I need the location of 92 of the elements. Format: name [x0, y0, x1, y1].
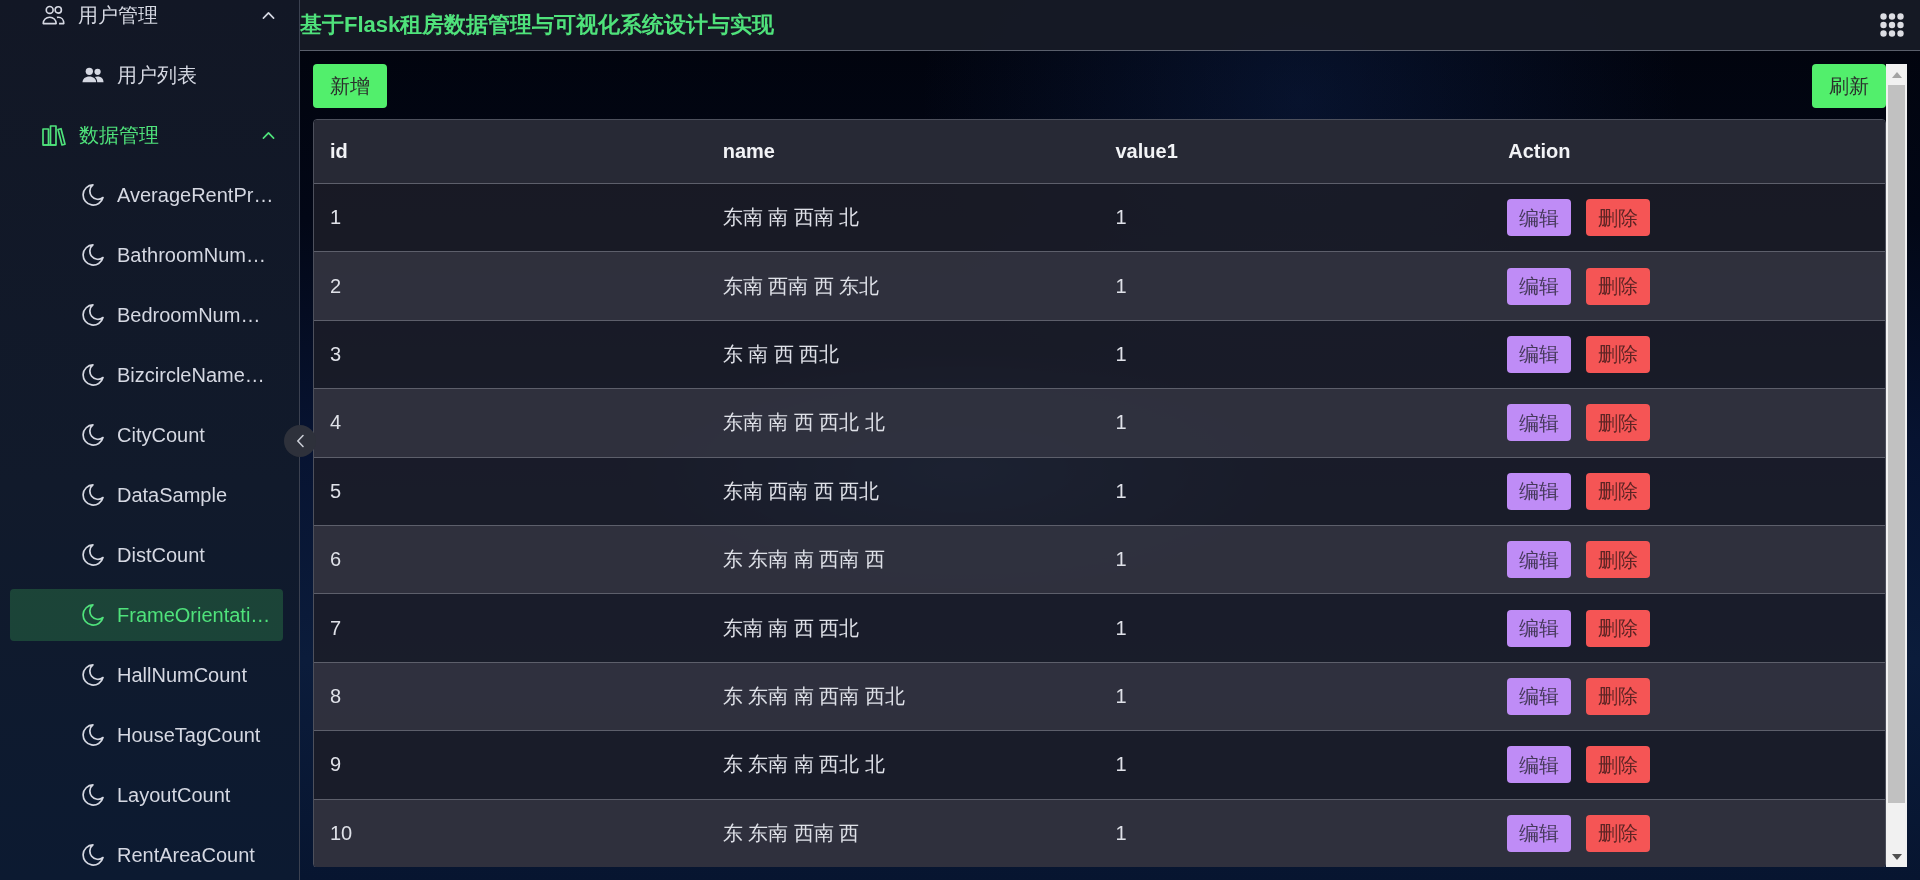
moon-icon [82, 424, 104, 446]
delete-button[interactable]: 删除 [1586, 267, 1651, 305]
menu-item[interactable]: DataSample [10, 469, 283, 521]
row-value: 1 [1115, 616, 1127, 640]
delete-button[interactable]: 删除 [1586, 541, 1651, 579]
edit-button[interactable]: 编辑 [1507, 472, 1572, 510]
users-icon [82, 67, 104, 83]
row-name: 东南 南 西 西北 北 [722, 410, 885, 436]
delete-button[interactable]: 删除 [1586, 677, 1651, 715]
column-header: id [330, 140, 348, 163]
menu-item[interactable]: RentAreaCount [10, 829, 283, 880]
menu-item[interactable]: FrameOrientati… [10, 589, 283, 641]
moon-icon [82, 544, 104, 566]
scroll-down-icon[interactable] [1891, 853, 1902, 860]
edit-button[interactable]: 编辑 [1507, 199, 1572, 237]
row-name: 东 东南 西南 西 [722, 820, 860, 846]
delete-button[interactable]: 删除 [1586, 609, 1651, 647]
menu-item[interactable]: LayoutCount [10, 769, 283, 821]
row-id: 8 [330, 684, 342, 708]
delete-button[interactable]: 删除 [1586, 404, 1651, 442]
menu-item[interactable]: HouseTagCount [10, 709, 283, 761]
row-name: 东南 西南 西 东北 [722, 273, 880, 299]
scrollbar-thumb[interactable] [1888, 85, 1905, 803]
row-name: 东南 南 西 西北 [722, 615, 860, 641]
row-value: 1 [1115, 548, 1127, 572]
row-name: 东 东南 南 西北 北 [722, 752, 885, 778]
row-id: 9 [330, 753, 342, 777]
moon-icon [82, 244, 104, 266]
row-value: 1 [1115, 206, 1127, 230]
edit-button[interactable]: 编辑 [1507, 814, 1572, 852]
delete-button[interactable]: 删除 [1586, 746, 1651, 784]
row-value: 1 [1115, 684, 1127, 708]
edit-button[interactable]: 编辑 [1507, 335, 1572, 373]
delete-button[interactable]: 删除 [1586, 199, 1651, 237]
row-name: 东南 南 西南 北 [722, 205, 860, 231]
scrollbar[interactable] [1886, 64, 1907, 867]
row-name: 东南 西南 西 西北 [722, 478, 880, 504]
row-id: 3 [330, 342, 342, 366]
edit-button[interactable]: 编辑 [1507, 267, 1572, 305]
moon-icon [82, 364, 104, 386]
row-id: 5 [330, 479, 342, 503]
row-name: 东 东南 南 西南 西 [722, 547, 885, 573]
column-header: Action [1508, 140, 1571, 163]
menu-item[interactable]: BizcircleName… [10, 349, 283, 401]
menu-item[interactable]: BathroomNum… [10, 229, 283, 281]
column-header: value1 [1115, 140, 1178, 163]
app-title: 基于Flask租房数据管理与可视化系统设计与实现 [300, 11, 775, 39]
row-id: 7 [330, 616, 342, 640]
dot-grid-icon[interactable] [1880, 13, 1904, 37]
row-value: 1 [1115, 274, 1127, 298]
edit-button[interactable]: 编辑 [1507, 609, 1572, 647]
row-id: 10 [330, 821, 353, 845]
row-id: 4 [330, 411, 342, 435]
menu-item[interactable]: AverageRentPr… [10, 169, 283, 221]
moon-icon [82, 604, 104, 626]
row-value: 1 [1115, 342, 1127, 366]
menu-item[interactable]: CityCount [10, 409, 283, 461]
add-button[interactable]: 新增 [313, 64, 387, 108]
menu-group[interactable]: 数据管理 [10, 109, 283, 161]
row-id: 6 [330, 548, 342, 572]
edit-button[interactable]: 编辑 [1507, 404, 1572, 442]
row-id: 1 [330, 206, 342, 230]
menu-item[interactable]: 用户列表 [10, 49, 283, 101]
row-name: 东 东南 南 西南 西北 [722, 683, 905, 709]
refresh-button[interactable]: 刷新 [1812, 64, 1886, 108]
row-value: 1 [1115, 479, 1127, 503]
delete-button[interactable]: 删除 [1586, 814, 1651, 852]
moon-icon [82, 724, 104, 746]
moon-icon [82, 664, 104, 686]
moon-icon [82, 304, 104, 326]
delete-button[interactable]: 删除 [1586, 472, 1651, 510]
edit-button[interactable]: 编辑 [1507, 541, 1572, 579]
moon-icon [82, 844, 104, 866]
menu-item[interactable]: HallNumCount [10, 649, 283, 701]
menu-item[interactable]: DistCount [10, 529, 283, 581]
users-outline-icon [42, 5, 65, 25]
row-value: 1 [1115, 821, 1127, 845]
books-icon [42, 124, 66, 146]
menu-item[interactable]: BedroomNum… [10, 289, 283, 341]
edit-button[interactable]: 编辑 [1507, 677, 1572, 715]
moon-icon [82, 484, 104, 506]
row-id: 2 [330, 274, 342, 298]
delete-button[interactable]: 删除 [1586, 335, 1651, 373]
moon-icon [82, 784, 104, 806]
row-value: 1 [1115, 411, 1127, 435]
row-name: 东 南 西 西北 [722, 341, 840, 367]
menu-group[interactable]: 用户管理 [10, 0, 283, 41]
edit-button[interactable]: 编辑 [1507, 746, 1572, 784]
chevron-left-icon [295, 434, 305, 448]
row-value: 1 [1115, 753, 1127, 777]
moon-icon [82, 184, 104, 206]
column-header: name [722, 140, 775, 163]
